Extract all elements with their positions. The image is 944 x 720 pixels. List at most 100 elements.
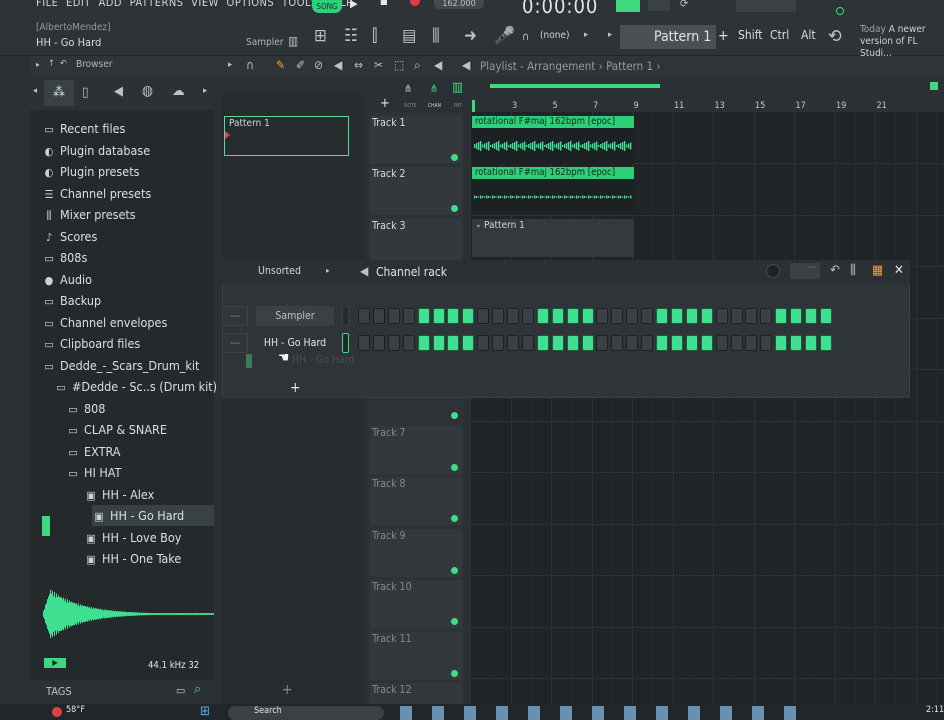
- globe-icon[interactable]: ◍: [142, 83, 153, 99]
- note-tool-icon[interactable]: ⋔: [404, 82, 412, 95]
- browser-item[interactable]: ▭ #Dedde - Sc..s (Drum kit): [54, 376, 217, 397]
- step-button[interactable]: [387, 308, 400, 324]
- track-enable-dot[interactable]: [451, 464, 458, 471]
- play-icon[interactable]: ▶: [350, 0, 358, 10]
- audio-clip[interactable]: rotational F#maj 162bpm [epoc]: [472, 167, 634, 215]
- back-icon[interactable]: ↶: [60, 59, 67, 69]
- app-icons[interactable]: [400, 706, 810, 720]
- pattern-clip[interactable]: ⌄ Pattern 1: [472, 219, 634, 257]
- track-label[interactable]: Track 1: [372, 117, 406, 129]
- track-enable-dot[interactable]: [451, 154, 458, 161]
- mixer-view-icon[interactable]: ▤: [402, 26, 416, 46]
- news-icon[interactable]: ⟲: [828, 26, 842, 47]
- arrow-right-icon[interactable]: ➜: [464, 26, 477, 46]
- browser-item[interactable]: ◐ Plugin presets: [42, 161, 214, 182]
- file-icon[interactable]: ▯: [82, 85, 88, 100]
- step-button[interactable]: [358, 335, 370, 351]
- search-icon[interactable]: ⌕: [194, 682, 201, 697]
- step-button[interactable]: [566, 335, 579, 351]
- step-button[interactable]: [790, 335, 803, 351]
- track-label[interactable]: Track 12: [372, 684, 412, 696]
- browser-item[interactable]: ▭ 808: [66, 398, 214, 419]
- step-button[interactable]: [656, 335, 668, 351]
- track-enable-dot[interactable]: [451, 618, 458, 625]
- alt-key-button[interactable]: Alt: [801, 28, 816, 42]
- browser-item[interactable]: ▭ HI HAT: [66, 462, 214, 483]
- magnet-icon[interactable]: ∩: [522, 30, 529, 43]
- play-preview-button[interactable]: ▶: [44, 658, 66, 668]
- step-button[interactable]: [432, 308, 445, 324]
- browser-item[interactable]: ▣ HH - Alex: [84, 484, 214, 505]
- mute-icon[interactable]: ◀: [334, 58, 342, 72]
- step-button[interactable]: [581, 335, 594, 351]
- step-button[interactable]: [432, 335, 445, 351]
- add-track-icon[interactable]: +: [380, 96, 390, 111]
- step-button[interactable]: [417, 335, 430, 351]
- track-label[interactable]: Track 8: [372, 478, 406, 490]
- browser-item[interactable]: ▭ EXTRA: [66, 441, 214, 462]
- eq-view-icon[interactable]: ⫼: [432, 26, 440, 46]
- chevron-right-icon[interactable]: ▸: [584, 30, 588, 40]
- step-button[interactable]: [507, 335, 519, 351]
- tempo-display[interactable]: 162.000: [434, 0, 484, 9]
- step-button[interactable]: [507, 308, 519, 324]
- step-button[interactable]: [521, 335, 534, 351]
- select-icon[interactable]: ⬚: [394, 58, 404, 72]
- step-button[interactable]: [641, 308, 654, 324]
- slice-icon[interactable]: ✂: [374, 58, 383, 72]
- step-button[interactable]: [551, 335, 564, 351]
- step-button[interactable]: [536, 308, 549, 324]
- step-button[interactable]: [551, 308, 564, 324]
- step-button[interactable]: [372, 335, 385, 351]
- news-panel[interactable]: Today A newer version of FL Studi...: [860, 24, 944, 60]
- step-sequencer-icon[interactable]: ▦: [872, 263, 883, 278]
- browser-item[interactable]: ▣ HH - Go Hard: [92, 505, 214, 526]
- step-button[interactable]: [805, 308, 817, 324]
- stop-icon[interactable]: ■: [380, 0, 388, 7]
- step-button[interactable]: [670, 335, 683, 351]
- step-button[interactable]: [715, 335, 728, 351]
- step-button[interactable]: [775, 308, 788, 324]
- pattern-tool-icon[interactable]: ▥: [452, 80, 463, 95]
- step-button[interactable]: [387, 335, 400, 351]
- browser-item[interactable]: ▭ Backup: [42, 290, 214, 311]
- song-mode-button[interactable]: SONG: [312, 0, 342, 13]
- track-label[interactable]: Track 11: [372, 633, 412, 645]
- step-button[interactable]: [730, 335, 743, 351]
- channel-select-indicator[interactable]: [342, 333, 349, 353]
- browser-item[interactable]: ▭ Dedde_-_Scars_Drum_kit: [42, 355, 214, 376]
- step-button[interactable]: [447, 335, 460, 351]
- pencil-icon[interactable]: ✎: [276, 58, 285, 72]
- cloud-icon[interactable]: ☁: [172, 83, 185, 99]
- audio-clip[interactable]: rotational F#maj 162bpm [epoc]: [472, 116, 634, 164]
- add-pattern-icon[interactable]: +: [718, 28, 729, 44]
- folder-icon[interactable]: ▭: [176, 684, 185, 697]
- scroll-button[interactable]: [930, 82, 938, 90]
- step-button[interactable]: [596, 308, 609, 324]
- microphone-icon[interactable]: 🎤: [494, 26, 515, 46]
- step-button[interactable]: [745, 308, 758, 324]
- step-button[interactable]: [715, 308, 728, 324]
- loop-icon[interactable]: ⟳: [680, 0, 688, 10]
- chan-tool-icon[interactable]: ⋔: [430, 82, 438, 95]
- browser-item[interactable]: ▭ CLAP & SNARE: [66, 419, 214, 440]
- browser-item[interactable]: ● Audio: [42, 269, 214, 290]
- pattern-selector[interactable]: Pattern 1: [620, 25, 716, 49]
- step-button[interactable]: [477, 335, 490, 351]
- step-button[interactable]: [790, 308, 803, 324]
- step-button[interactable]: [700, 335, 713, 351]
- step-button[interactable]: [775, 335, 788, 351]
- track-label[interactable]: Track 9: [372, 530, 406, 542]
- track-label[interactable]: Track 3: [372, 220, 406, 232]
- track-enable-dot[interactable]: [451, 670, 458, 677]
- step-button[interactable]: [760, 335, 773, 351]
- track-label[interactable]: Track 2: [372, 168, 406, 180]
- shift-key-button[interactable]: Shift: [738, 28, 763, 42]
- step-shift-control[interactable]: ⋯: [790, 263, 820, 279]
- step-button[interactable]: [626, 308, 639, 324]
- step-button[interactable]: [462, 308, 475, 324]
- step-button[interactable]: [358, 308, 370, 324]
- step-button[interactable]: [596, 335, 609, 351]
- step-button[interactable]: [521, 308, 534, 324]
- magnet-icon[interactable]: ∩: [246, 58, 254, 72]
